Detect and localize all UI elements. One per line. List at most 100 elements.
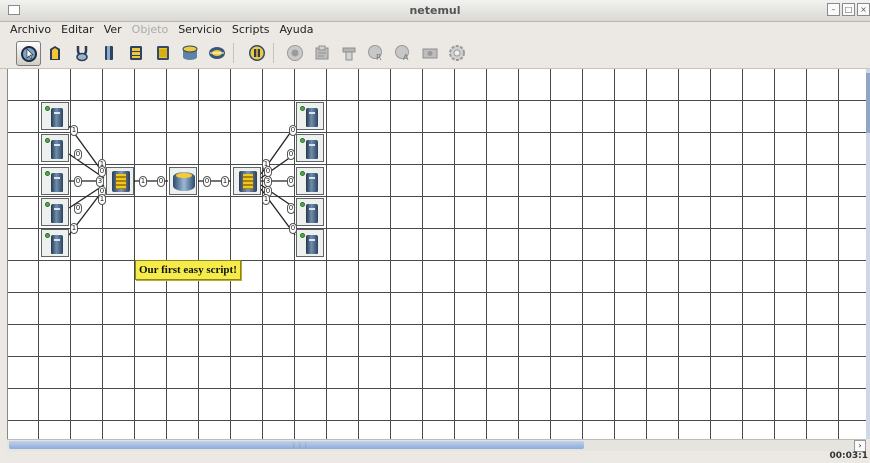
- menu-archivo[interactable]: Archivo: [8, 23, 53, 36]
- menu-bar: Archivo Editar Ver Objeto Servicio Scrip…: [0, 21, 870, 37]
- computer-node[interactable]: [41, 198, 69, 226]
- pause-button[interactable]: [245, 41, 268, 64]
- port-label: 1: [70, 125, 78, 136]
- svg-text:A: A: [403, 53, 409, 62]
- network-canvas[interactable]: 1 0 0 0 1 1 0 3 0 1 1 0 0 1 1 0 3 0 1 0 …: [7, 69, 867, 439]
- network-links: [68, 125, 296, 236]
- computer-node[interactable]: [296, 229, 324, 257]
- computer-node[interactable]: [296, 102, 324, 130]
- title-bar: netemul – □ ×: [0, 0, 870, 22]
- router-icon: [173, 172, 195, 191]
- switch-node[interactable]: [233, 167, 261, 195]
- port-label: 0: [289, 125, 297, 136]
- port-label: 0: [287, 149, 295, 160]
- computer-icon: [306, 235, 318, 254]
- computer-node[interactable]: [41, 167, 69, 195]
- port-label: 0: [289, 223, 297, 234]
- port-label: 0: [287, 203, 295, 214]
- print-button[interactable]: [337, 41, 360, 64]
- computer-node[interactable]: [41, 102, 69, 130]
- minimize-button[interactable]: –: [827, 3, 840, 16]
- status-led-icon: [300, 202, 305, 207]
- menu-ayuda[interactable]: Ayuda: [278, 23, 316, 36]
- port-label: 0: [287, 176, 295, 187]
- hub-icon: [129, 45, 142, 60]
- router-node[interactable]: [169, 167, 197, 195]
- status-led-icon: [45, 202, 50, 207]
- computer-icon: [306, 108, 318, 127]
- add-hub-button[interactable]: [124, 41, 147, 64]
- computer-icon: [51, 204, 63, 223]
- pause-icon: [248, 44, 265, 61]
- select-tool-icon: [20, 45, 37, 62]
- add-router-button[interactable]: [178, 41, 201, 64]
- menu-objeto: Objeto: [131, 22, 169, 36]
- switch-icon: [156, 45, 169, 60]
- window-title: netemul: [409, 4, 461, 17]
- horizontal-scrollbar[interactable]: ⋮⋮⋮ ›: [7, 439, 866, 452]
- text-note-button[interactable]: [43, 41, 66, 64]
- computer-icon: [306, 204, 318, 223]
- cable-tool-button[interactable]: [70, 41, 93, 64]
- port-label: 1: [70, 223, 78, 234]
- computer-node[interactable]: [296, 167, 324, 195]
- switch-node[interactable]: [106, 167, 134, 195]
- computer-node[interactable]: [41, 229, 69, 257]
- computer-icon: [51, 173, 63, 192]
- network-icon: [208, 46, 225, 59]
- port-label: 0: [74, 176, 82, 187]
- text-note-icon: [49, 45, 60, 60]
- select-tool-button[interactable]: [16, 41, 41, 66]
- port-label: 0: [74, 203, 82, 214]
- maximize-button[interactable]: □: [842, 3, 855, 16]
- record-icon: [286, 44, 303, 61]
- status-led-icon: [45, 171, 50, 176]
- properties-icon: [315, 45, 328, 59]
- vertical-scroll-thumb[interactable]: [866, 73, 870, 133]
- arp-table-button[interactable]: A: [391, 41, 414, 64]
- screenshot-icon: [422, 48, 437, 58]
- record-button[interactable]: [283, 41, 306, 64]
- computer-node[interactable]: [296, 198, 324, 226]
- computer-icon: [306, 173, 318, 192]
- toolbar-separator: [273, 43, 274, 63]
- computer-node[interactable]: [296, 134, 324, 162]
- add-computer-button[interactable]: [97, 41, 120, 64]
- svg-text:R: R: [376, 53, 382, 62]
- add-switch-button[interactable]: [151, 41, 174, 64]
- add-network-button[interactable]: [205, 41, 228, 64]
- status-led-icon: [45, 106, 50, 111]
- port-label: 1: [139, 176, 147, 187]
- status-led-icon: [300, 233, 305, 238]
- port-label: 1: [262, 194, 270, 205]
- routing-table-button[interactable]: R: [364, 41, 387, 64]
- cable-tool-icon: [75, 45, 88, 61]
- port-label: 0: [203, 176, 211, 187]
- computer-node[interactable]: [41, 134, 69, 162]
- router-icon: [182, 45, 197, 60]
- menu-scripts[interactable]: Scripts: [230, 23, 272, 36]
- routing-table-icon: R: [367, 44, 382, 62]
- status-led-icon: [45, 233, 50, 238]
- switch-icon: [239, 171, 257, 192]
- menu-servicio[interactable]: Servicio: [176, 23, 224, 36]
- port-label: 1: [221, 176, 229, 187]
- computer-icon: [51, 140, 63, 159]
- menu-editar[interactable]: Editar: [59, 23, 96, 36]
- scroll-grip-icon: ⋮⋮⋮: [291, 442, 309, 449]
- screenshot-button[interactable]: [418, 41, 441, 64]
- computer-icon: [306, 140, 318, 159]
- close-button[interactable]: ×: [857, 3, 870, 16]
- simulation-clock: 00:03:1: [829, 451, 868, 461]
- properties-button[interactable]: [310, 41, 333, 64]
- settings-gear-icon: [448, 44, 465, 61]
- port-label: 0: [74, 149, 82, 160]
- settings-button[interactable]: [445, 41, 468, 64]
- computer-icon: [51, 235, 63, 254]
- menu-ver[interactable]: Ver: [102, 23, 124, 36]
- print-icon: [342, 47, 355, 60]
- status-led-icon: [300, 171, 305, 176]
- status-led-icon: [300, 138, 305, 143]
- vertical-scrollbar[interactable]: [866, 69, 870, 439]
- text-note[interactable]: Our first easy script!: [135, 260, 241, 280]
